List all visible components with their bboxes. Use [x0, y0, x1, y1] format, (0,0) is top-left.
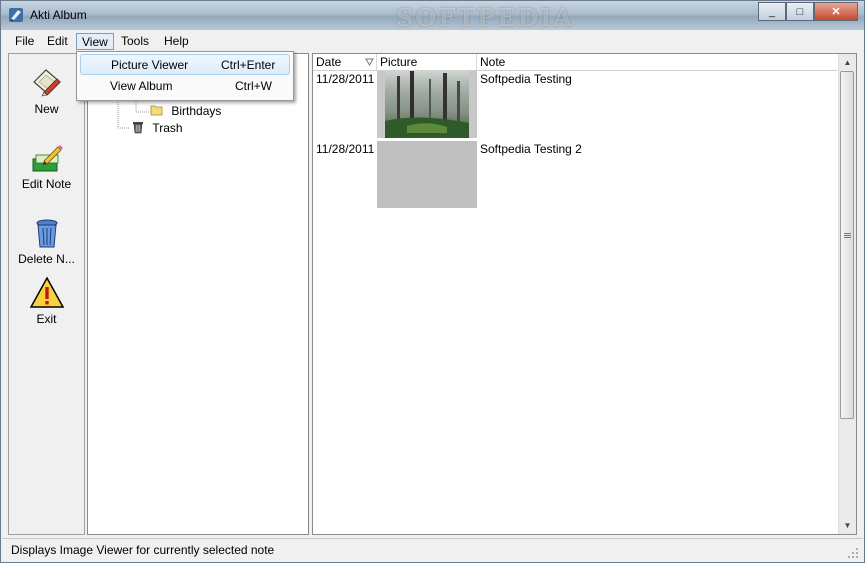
status-bar: Displays Image Viewer for currently sele… [2, 538, 863, 562]
close-button[interactable]: ✕ [814, 2, 858, 21]
sort-descending-icon [365, 58, 374, 66]
column-picture[interactable]: Picture [380, 55, 417, 69]
column-date[interactable]: Date [316, 55, 341, 69]
album-tree: Birthdays Trash [87, 53, 309, 535]
scroll-thumb[interactable] [840, 71, 854, 419]
trash-icon [133, 122, 143, 134]
app-window: Akti Album SOFTPEDIA _ □ ✕ File Edit Vie… [0, 0, 865, 563]
menu-tools[interactable]: Tools [116, 33, 154, 50]
new-label: New [34, 102, 59, 116]
header-separator[interactable] [376, 54, 377, 70]
picture-placeholder [377, 141, 477, 208]
menu-item-label: Picture Viewer [111, 58, 189, 72]
new-button[interactable]: New [9, 66, 84, 116]
tree-item-trash[interactable]: Trash [131, 120, 183, 135]
edit-note-icon [32, 145, 63, 172]
new-note-icon [32, 69, 61, 97]
notes-list: Date Picture Note 11/28/2011 Softpedia T… [312, 53, 857, 535]
column-note[interactable]: Note [480, 55, 505, 69]
menu-item-picture-viewer[interactable]: Picture Viewer Ctrl+Enter [80, 54, 290, 75]
edit-note-button[interactable]: Edit Note [9, 141, 84, 191]
header-separator[interactable] [476, 54, 477, 70]
warning-icon [29, 276, 64, 308]
window-title: Akti Album [30, 8, 87, 22]
tree-item-birthdays[interactable]: Birthdays [150, 103, 221, 118]
scroll-grip [844, 237, 851, 238]
exit-button[interactable]: Exit [9, 276, 84, 326]
maximize-button[interactable]: □ [786, 2, 814, 21]
menu-file[interactable]: File [10, 33, 39, 50]
list-header: Date Picture Note [313, 54, 839, 71]
folder-icon [150, 105, 163, 116]
resize-grip-icon[interactable] [847, 547, 859, 559]
menu-view[interactable]: View [76, 33, 114, 50]
status-text: Displays Image Viewer for currently sele… [11, 543, 275, 557]
vertical-scrollbar[interactable]: ▲ ▼ [838, 54, 856, 534]
watermark-text: SOFTPEDIA [396, 3, 575, 32]
tree-item-label: Birthdays [171, 104, 222, 118]
row-date: 11/28/2011 [316, 142, 375, 156]
exit-label: Exit [36, 312, 57, 326]
menu-edit[interactable]: Edit [42, 33, 73, 50]
menu-bar: File Edit View Tools Help [2, 31, 863, 51]
view-menu-dropdown: Picture Viewer Ctrl+Enter View Album Ctr… [76, 51, 294, 101]
row-note: Softpedia Testing 2 [480, 142, 582, 156]
menu-item-label: View Album [110, 79, 173, 93]
menu-help[interactable]: Help [159, 33, 194, 50]
row-note: Softpedia Testing [480, 72, 572, 86]
album-app-icon [9, 8, 23, 22]
title-bar[interactable]: Akti Album SOFTPEDIA _ □ ✕ [1, 1, 864, 32]
delete-note-button[interactable]: Delete N... [9, 216, 84, 266]
picture-thumbnail [377, 71, 477, 138]
tree-item-label: Trash [152, 121, 183, 135]
scroll-up-arrow-icon[interactable]: ▲ [839, 54, 856, 71]
side-toolbar: New Edit Note Delete N... Exit [8, 53, 85, 535]
trash-can-icon [36, 219, 57, 248]
delete-note-label: Delete N... [18, 252, 75, 266]
row-date: 11/28/2011 [316, 72, 375, 86]
menu-item-shortcut: Ctrl+Enter [221, 58, 276, 72]
minimize-button[interactable]: _ [758, 2, 786, 21]
scroll-grip [844, 235, 851, 236]
edit-note-label: Edit Note [21, 177, 72, 191]
menu-item-view-album[interactable]: View Album Ctrl+W [80, 76, 290, 97]
window-controls: _ □ ✕ [758, 2, 858, 22]
scroll-down-arrow-icon[interactable]: ▼ [839, 517, 856, 534]
scroll-grip [844, 233, 851, 234]
menu-item-shortcut: Ctrl+W [235, 79, 272, 93]
